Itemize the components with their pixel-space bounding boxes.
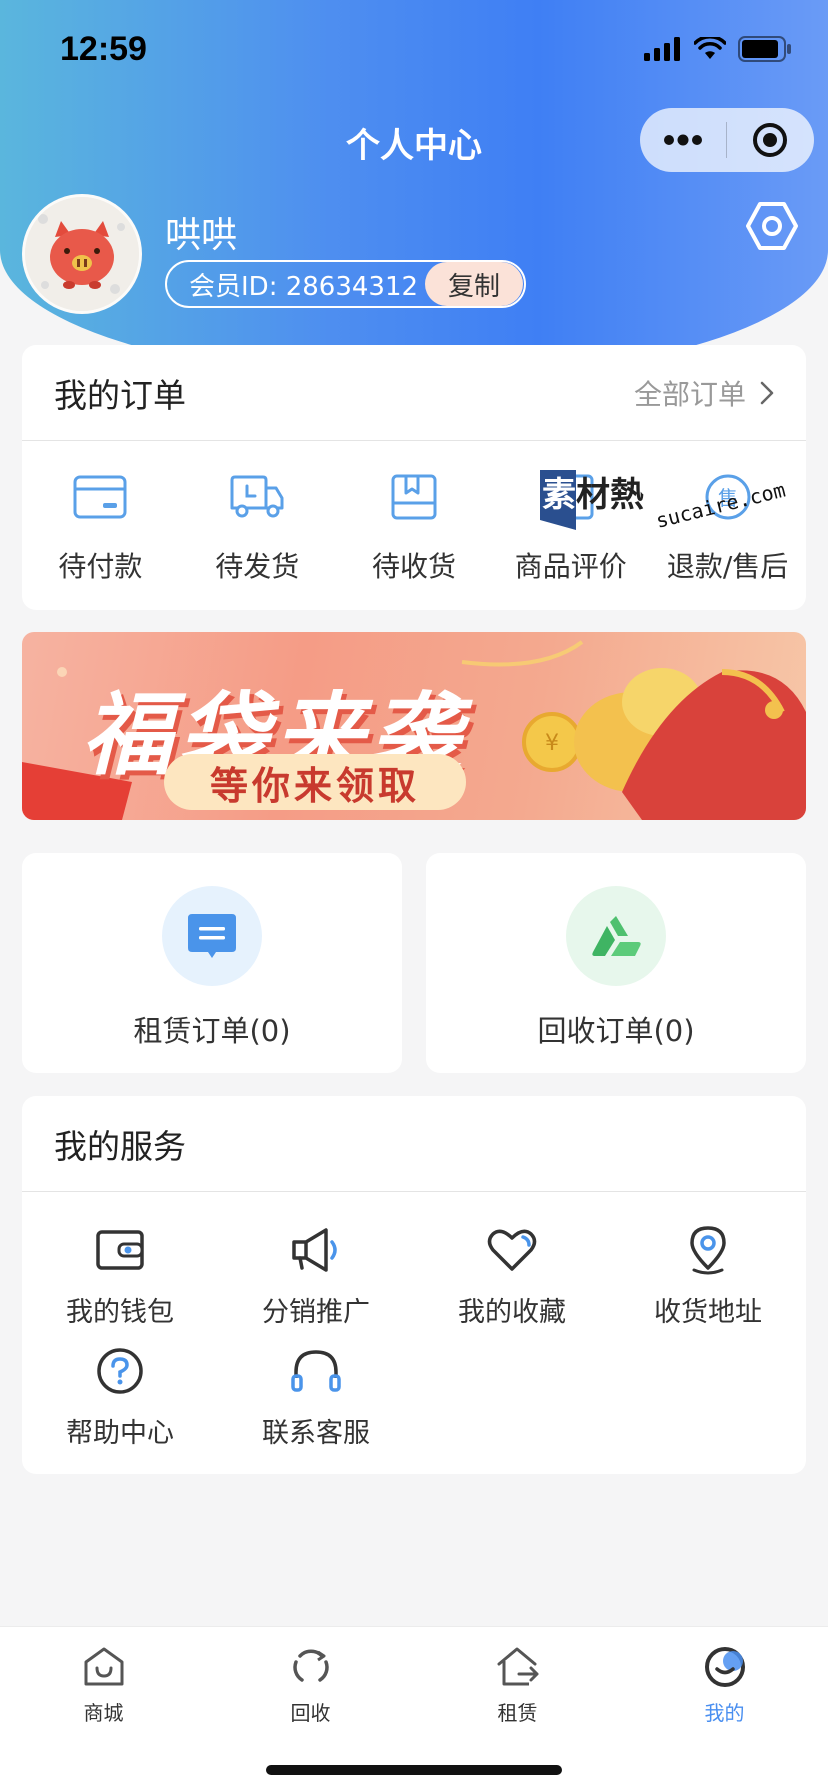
recycle-orders-card[interactable]: 回收订单(0): [426, 853, 806, 1073]
sucai-watermark-logo: 素 材熱 sucaire.com: [540, 470, 788, 533]
service-label: 我的钱包: [66, 1297, 174, 1328]
service-promotion[interactable]: 分销推广: [218, 1222, 414, 1329]
recycle-tab-icon: [292, 1649, 329, 1682]
order-item-label: 待收货: [371, 550, 456, 583]
more-button[interactable]: [640, 108, 726, 172]
card-icon: [73, 475, 127, 519]
service-address[interactable]: 收货地址: [610, 1222, 806, 1329]
tab-profile[interactable]: 我的: [621, 1643, 828, 1726]
all-orders-label: 全部订单: [633, 377, 746, 411]
headset-icon: [291, 1350, 341, 1392]
recycle-orders-label: 回收订单(0): [537, 1014, 695, 1048]
service-label: 帮助中心: [66, 1418, 174, 1449]
promo-banner[interactable]: ¥ 福袋来袭 等你来领取: [22, 632, 806, 820]
service-label: 我的收藏: [458, 1297, 566, 1328]
settings-hexagon-icon: [746, 202, 798, 250]
pig-avatar-icon: [25, 197, 139, 311]
megaphone-icon: [292, 1228, 337, 1272]
close-button[interactable]: [727, 108, 813, 172]
rental-orders-card[interactable]: 租赁订单(0): [22, 853, 402, 1073]
svg-text:材熱: 材熱: [576, 475, 644, 515]
services-grid: 我的钱包 分销推广 我的收藏 收货地址 帮助中心 联系客服: [22, 1192, 806, 1450]
tab-shop[interactable]: 商城: [0, 1643, 207, 1726]
copy-button[interactable]: 复制: [425, 262, 523, 306]
avatar[interactable]: [22, 194, 142, 314]
tab-recycle[interactable]: 回收: [207, 1643, 414, 1726]
orders-title: 我的订单: [54, 375, 186, 415]
recycle-icon: [592, 916, 641, 956]
location-icon: [690, 1226, 726, 1275]
signal-icon: [644, 37, 680, 61]
recycle-orders-icon-bg: [566, 886, 666, 986]
svg-text:sucaire.com: sucaire.com: [653, 478, 786, 532]
status-icons: [644, 36, 792, 62]
box-icon: [391, 474, 437, 520]
home-indicator: [266, 1765, 562, 1775]
order-pending-shipment[interactable]: 待发货: [179, 469, 336, 585]
member-id-pill: 会员ID: 28634312 复制: [165, 260, 526, 308]
status-bar: 12:59: [0, 0, 828, 96]
rental-orders-label: 租赁订单(0): [133, 1014, 291, 1048]
truck-icon: [230, 475, 284, 518]
more-dots-icon: [664, 134, 702, 146]
order-item-label: 待付款: [58, 550, 143, 583]
tab-label: 租赁: [497, 1701, 538, 1725]
service-label: 分销推广: [262, 1297, 370, 1328]
service-wallet[interactable]: 我的钱包: [22, 1222, 218, 1329]
service-customer-support[interactable]: 联系客服: [218, 1343, 414, 1450]
status-time: 12:59: [60, 30, 147, 68]
chevron-right-icon: [760, 381, 774, 404]
member-id: 会员ID: 28634312: [189, 271, 419, 302]
service-label: 收货地址: [654, 1297, 762, 1328]
service-favorites[interactable]: 我的收藏: [414, 1222, 610, 1329]
wifi-icon: [694, 37, 726, 59]
order-pending-receipt[interactable]: 待收货: [336, 469, 493, 585]
services-header: 我的服务: [22, 1096, 806, 1192]
svg-text:素: 素: [542, 475, 576, 515]
banner-subtitle: 等你来领取: [164, 754, 466, 810]
shop-icon: [84, 1647, 123, 1686]
all-orders-link[interactable]: 全部订单: [634, 373, 774, 413]
services-title: 我的服务: [54, 1126, 186, 1166]
document-icon: [188, 914, 236, 958]
tab-rent[interactable]: 租赁: [414, 1643, 621, 1726]
rental-orders-icon-bg: [162, 886, 262, 986]
order-pending-payment[interactable]: 待付款: [22, 469, 179, 585]
tab-label: 商城: [83, 1701, 124, 1725]
settings-button[interactable]: [744, 198, 800, 254]
tab-label: 回收: [290, 1701, 331, 1725]
mini-program-capsule: [640, 108, 814, 172]
watermark: 素 材熱 sucaire.com: [540, 468, 788, 533]
order-item-label: 商品评价: [514, 550, 627, 583]
battery-icon: [738, 36, 791, 62]
help-icon: [97, 1348, 143, 1394]
target-close-icon: [753, 123, 787, 157]
wallet-icon: [96, 1230, 144, 1270]
my-services-card: 我的服务 我的钱包 分销推广 我的收藏 收货地址 帮助中心 联系客服: [22, 1096, 806, 1474]
tab-label: 我的: [704, 1701, 745, 1725]
orders-header: 我的订单 全部订单: [22, 345, 806, 441]
rent-icon: [497, 1647, 538, 1686]
svg-text:¥: ¥: [545, 731, 559, 756]
order-item-label: 退款/售后: [666, 550, 789, 583]
service-label: 联系客服: [262, 1418, 370, 1449]
order-item-label: 待发货: [215, 550, 300, 583]
profile-icon: [704, 1647, 745, 1687]
service-help[interactable]: 帮助中心: [22, 1343, 218, 1450]
username: 哄哄: [165, 215, 238, 256]
heart-icon: [487, 1229, 537, 1271]
